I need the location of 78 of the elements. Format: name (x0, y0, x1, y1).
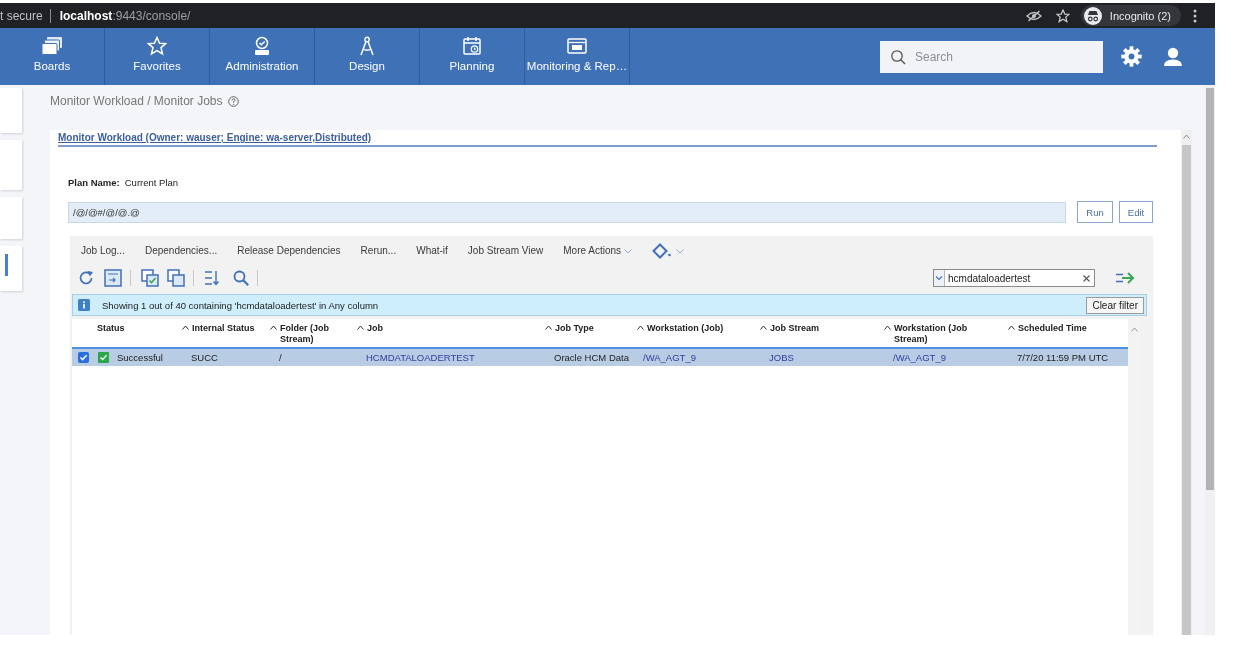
column-header[interactable]: Job Type (555, 323, 594, 334)
diamond-icon[interactable] (652, 243, 673, 259)
table-link[interactable]: HCMDATALOADERTEST (366, 352, 475, 363)
table-cell: SUCC (191, 352, 218, 363)
field-label: Plan Name: (68, 176, 120, 188)
eye-off-icon[interactable] (1025, 9, 1042, 22)
row-checkbox[interactable] (78, 352, 89, 363)
table-cell: 7/7/20 11:59 PM UTC (1017, 352, 1109, 363)
window-icon[interactable] (104, 269, 122, 287)
table-link[interactable]: /WA_AGT_9 (893, 352, 946, 363)
sort-icon[interactable] (204, 269, 220, 287)
column-header[interactable]: Scheduled Time (1018, 323, 1087, 334)
breadcrumb: Monitor Workload / Monitor Jobs (50, 94, 223, 108)
filter-field[interactable]: hcmdataloadertest (933, 269, 1095, 287)
cards-icon (41, 36, 63, 56)
panel-button[interactable]: Edit (1119, 201, 1153, 223)
sort-caret-icon[interactable] (182, 325, 189, 330)
success-icon (98, 352, 109, 363)
scrollbar[interactable] (1182, 145, 1191, 635)
column-header[interactable]: Job (367, 323, 383, 334)
action-menu-item[interactable]: More Actions (563, 244, 633, 258)
scroll-up-icon[interactable] (1183, 134, 1190, 139)
action-menu-item[interactable]: Rerun... (360, 244, 397, 258)
info-message: Showing 1 out of 40 containing 'hcmdataloadertest' in Any column (102, 299, 379, 311)
star-icon[interactable] (1055, 8, 1070, 23)
sort-caret-icon[interactable] (884, 325, 891, 330)
action-menu-item[interactable]: What-if (416, 244, 448, 258)
search-icon[interactable] (233, 270, 249, 286)
field-value: Current Plan (124, 176, 179, 188)
table-link[interactable]: JOBS (769, 352, 794, 363)
info-icon (78, 299, 90, 311)
star-icon (147, 36, 167, 56)
profile-button[interactable]: Incognito (2) (1080, 5, 1181, 26)
sort-caret-icon[interactable] (1008, 325, 1015, 330)
column-header[interactable]: Workstation (Job Stream) (894, 323, 1002, 345)
sort-caret-icon[interactable] (270, 325, 277, 330)
table-cell: / (279, 352, 282, 363)
sort-caret-icon[interactable] (760, 325, 767, 330)
clear-filter-button[interactable]: Clear filter (1086, 296, 1144, 314)
search-icon (890, 49, 906, 65)
copy-check-icon[interactable] (141, 269, 159, 287)
stamp-icon (252, 36, 272, 56)
panel-button[interactable]: Run (1077, 201, 1113, 223)
table-cell: Oracle HCM Data (554, 352, 629, 363)
settings-icon[interactable] (1121, 46, 1142, 67)
dropdown-icon[interactable] (934, 270, 945, 286)
sort-caret-icon[interactable] (357, 325, 364, 330)
menu-icon[interactable] (1193, 8, 1197, 23)
column-header[interactable]: Status (97, 323, 125, 334)
help-icon[interactable] (227, 95, 239, 107)
table-row[interactable]: Successful SUCC / HCMDATALOADERTEST Oracle HCM Data /WA_AGT_9 JOBS /WA_AGT_9 7/7/20 11:59 PM UTC (72, 347, 1128, 366)
compass-icon (357, 36, 377, 56)
user-icon[interactable] (1163, 46, 1183, 67)
screen-icon (567, 36, 587, 56)
forward-arrow-icon[interactable] (1115, 270, 1135, 286)
column-header[interactable]: Workstation (Job) (647, 323, 724, 334)
sort-caret-icon[interactable] (637, 325, 644, 330)
table-link[interactable]: /WA_AGT_9 (643, 352, 696, 363)
column-header[interactable]: Internal Status (192, 323, 255, 334)
query-field[interactable]: /@/@#/@/@.@ (68, 201, 1066, 223)
scrollbar[interactable] (1206, 88, 1214, 490)
action-menu-item[interactable]: Dependencies... (144, 244, 218, 258)
refresh-icon[interactable] (78, 270, 94, 286)
action-menu-item[interactable]: Job Stream View (467, 244, 544, 258)
column-header[interactable]: Job Stream (770, 323, 820, 334)
side-card[interactable] (0, 246, 22, 291)
calendar-icon (462, 36, 482, 56)
address-url[interactable]: localhost:9443/console/ (59, 8, 191, 23)
action-menu-item[interactable]: Release Dependencies (237, 244, 341, 258)
security-label[interactable]: t secure (0, 8, 43, 23)
column-header[interactable]: Folder (Job Stream) (280, 323, 351, 345)
action-menu-item[interactable]: Job Log... (81, 244, 125, 258)
copy-icon[interactable] (167, 269, 185, 287)
panel-title: Monitor Workload (Owner: wauser; Engine: wa-server,Distributed) (58, 132, 372, 144)
sort-caret-icon[interactable] (545, 325, 552, 330)
incognito-icon (1083, 6, 1102, 25)
status-text: Successful (117, 352, 163, 363)
clear-icon[interactable] (1083, 274, 1090, 282)
